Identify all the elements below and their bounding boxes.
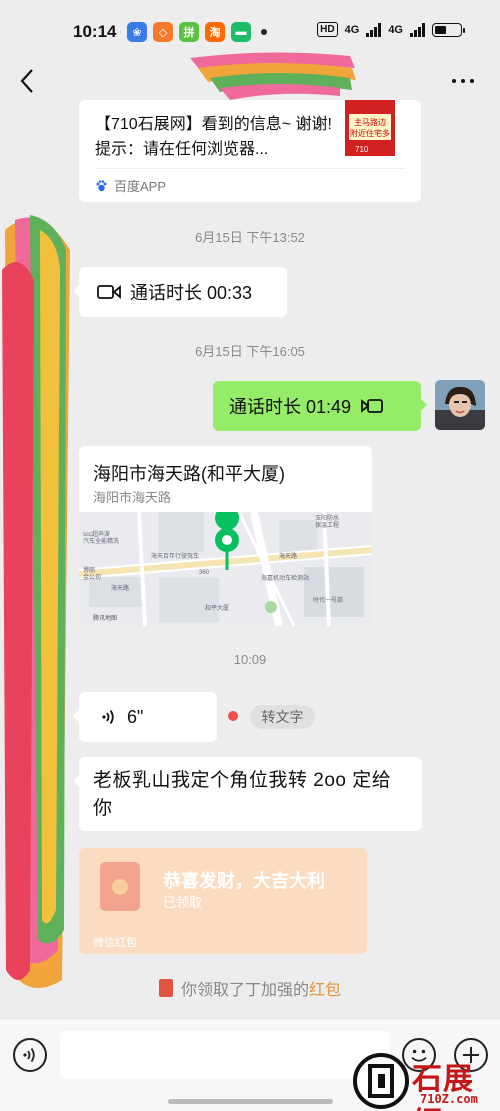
svg-text:汽车全能精洗: 汽车全能精洗 bbox=[83, 537, 119, 545]
voice-input-button[interactable] bbox=[13, 1038, 47, 1072]
voice-wave-icon bbox=[102, 709, 114, 725]
call-record-incoming[interactable]: 通话时长 00:33 bbox=[73, 267, 287, 317]
system-notice-link[interactable]: 红包 bbox=[309, 982, 341, 999]
link-card-divider bbox=[95, 168, 405, 169]
watermark-seal-icon bbox=[353, 1053, 409, 1109]
voice-wave-icon bbox=[23, 1047, 35, 1063]
red-packet-mini-icon bbox=[158, 979, 173, 997]
thumb-line2: 附近住宅多 bbox=[350, 128, 390, 138]
more-options-icon[interactable] bbox=[448, 68, 478, 94]
my-avatar[interactable] bbox=[435, 380, 485, 430]
red-packet-title: 恭喜发财，大吉大利 bbox=[163, 871, 325, 891]
svg-text:scc超声波: scc超声波 bbox=[83, 530, 110, 538]
watermark-sub: 710Z.com bbox=[420, 1092, 478, 1106]
svg-text:金公司: 金公司 bbox=[83, 573, 101, 581]
system-notice: 你领取了丁加强的红包 bbox=[0, 976, 500, 1000]
location-subtitle: 海阳市海天路 bbox=[93, 490, 172, 505]
red-packet-icon bbox=[100, 862, 140, 911]
status-time: 10:14 bbox=[73, 22, 117, 41]
signal-icon-2 bbox=[410, 22, 425, 37]
hd-icon: HD bbox=[317, 22, 338, 37]
svg-text:海天路: 海天路 bbox=[279, 552, 297, 560]
timestamp: 6月15日 下午16:05 bbox=[195, 344, 305, 359]
system-icons: HD 4G 4G bbox=[317, 22, 465, 37]
text-message[interactable]: 老板乳山我定个角位我转 2oo 定给你 bbox=[73, 757, 422, 831]
thumb-line1: 主马路边 bbox=[354, 117, 386, 127]
title-redaction-scribble bbox=[190, 52, 356, 100]
link-share-card[interactable]: 【710石展网】看到的信息~ 谢谢!提示：请在任何浏览器... 主马路边 附近住… bbox=[79, 100, 421, 202]
call-duration-label: 通话时长 01:49 bbox=[229, 397, 352, 417]
notification-icons: ❀ ◇ 拼 淘 ▬ bbox=[127, 22, 267, 42]
svg-text:海天路: 海天路 bbox=[111, 584, 129, 592]
link-source: 百度APP bbox=[95, 176, 166, 195]
timestamp: 10:09 bbox=[233, 652, 267, 667]
signal-icon bbox=[366, 22, 382, 37]
location-map[interactable]: scc超声波 汽车全能精洗 海天百年行驶驾车 博丽 金公司 海天路 360 和平… bbox=[79, 512, 372, 626]
thumb-code: 710 bbox=[355, 145, 369, 154]
link-card-text: 【710石展网】看到的信息~ 谢谢!提示：请在任何浏览器... bbox=[95, 116, 332, 158]
svg-text:360: 360 bbox=[199, 570, 210, 576]
baidu-paw-icon bbox=[96, 180, 107, 192]
nav-bar bbox=[0, 52, 500, 100]
unread-dot bbox=[228, 711, 238, 721]
shopping-notification-icon: 拼 bbox=[179, 22, 199, 42]
baidu-paw-icon: ❀ bbox=[127, 22, 147, 42]
more-notifications-dot bbox=[261, 29, 267, 35]
battery-icon bbox=[432, 22, 465, 37]
message-input[interactable] bbox=[60, 1031, 390, 1079]
system-notice-text: 你领取了丁加强的 bbox=[180, 982, 309, 999]
location-title: 海阳市海天路(和平大厦) bbox=[93, 464, 285, 484]
svg-text:腾讯地图: 腾讯地图 bbox=[93, 614, 117, 622]
home-indicator[interactable] bbox=[168, 1099, 333, 1104]
call-duration-label: 通话时长 00:33 bbox=[130, 283, 253, 303]
red-packet-status: 已领取 bbox=[163, 895, 203, 910]
link-source-label: 百度APP bbox=[114, 179, 167, 194]
net-label-1: 4G bbox=[344, 23, 360, 36]
timestamp: 6月15日 下午13:52 bbox=[195, 230, 305, 245]
call-record-outgoing[interactable]: 通话时长 01:49 bbox=[213, 381, 427, 431]
convert-to-text-button[interactable]: 转文字 bbox=[250, 705, 315, 729]
svg-text:海嘉机动车检测站: 海嘉机动车检测站 bbox=[261, 574, 309, 582]
video-call-icon bbox=[97, 285, 121, 299]
net-label-2: 4G bbox=[388, 23, 403, 36]
red-packet-card[interactable]: 恭喜发财，大吉大利 已领取 微信红包 bbox=[79, 848, 367, 954]
voice-message[interactable]: 6" bbox=[73, 692, 217, 742]
chat-notification-icon: ▬ bbox=[231, 22, 251, 42]
chat-area[interactable]: 【710石展网】看到的信息~ 谢谢!提示：请在任何浏览器... 主马路边 附近住… bbox=[0, 100, 500, 1018]
app-notification-icon: ◇ bbox=[153, 22, 173, 42]
site-watermark: 石展網 710Z.com bbox=[350, 1050, 500, 1111]
location-card[interactable]: 海阳市海天路(和平大厦) 海阳市海天路 scc超声波 汽车全能精洗 海天百年行驶… bbox=[79, 446, 372, 626]
back-arrow-icon[interactable] bbox=[16, 66, 40, 96]
svg-text:玉阳防水: 玉阳防水 bbox=[315, 514, 339, 522]
link-thumbnail: 主马路边 附近住宅多 710 bbox=[345, 100, 395, 156]
svg-text:博丽: 博丽 bbox=[83, 566, 95, 574]
voice-duration: 6" bbox=[127, 706, 144, 727]
video-call-icon bbox=[361, 399, 383, 413]
taobao-notification-icon: 淘 bbox=[205, 22, 225, 42]
red-packet-footer: 微信红包 bbox=[93, 937, 137, 949]
svg-text:时代一号部: 时代一号部 bbox=[313, 596, 343, 604]
svg-text:保温工程: 保温工程 bbox=[315, 521, 339, 529]
svg-text:海天百年行驶驾车: 海天百年行驶驾车 bbox=[151, 552, 199, 560]
svg-text:和平大厦: 和平大厦 bbox=[205, 604, 229, 612]
